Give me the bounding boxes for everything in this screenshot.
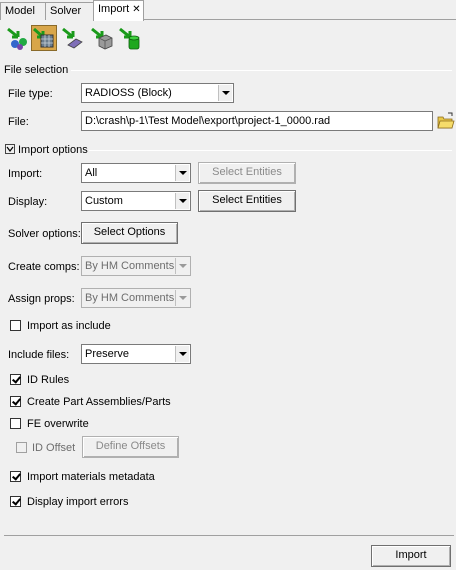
- fe-overwrite-label: FE overwrite: [27, 418, 89, 430]
- import-materials-metadata-label: Import materials metadata: [27, 471, 155, 483]
- display-import-errors-label: Display import errors: [27, 496, 129, 508]
- chevron-down-icon[interactable]: [175, 346, 189, 362]
- display-dropdown[interactable]: Custom: [81, 191, 191, 211]
- import-dropdown[interactable]: All: [81, 163, 191, 183]
- tab-label: Import: [98, 3, 130, 15]
- tab-model[interactable]: Model: [0, 2, 46, 20]
- section-divider: [89, 150, 452, 151]
- display-import-errors-checkbox[interactable]: [10, 496, 21, 507]
- define-offsets-button[interactable]: Define Offsets: [82, 436, 179, 458]
- chevron-down-icon[interactable]: [175, 258, 189, 274]
- include-files-dropdown[interactable]: Preserve: [81, 344, 191, 364]
- display-label: Display:: [8, 196, 48, 208]
- file-label: File:: [8, 116, 29, 128]
- chevron-down-icon[interactable]: [218, 85, 232, 101]
- close-icon[interactable]: ✕: [132, 4, 140, 15]
- solver-options-label: Solver options:: [8, 228, 81, 240]
- import-button[interactable]: Import: [371, 545, 451, 567]
- import-label: Import:: [8, 168, 43, 180]
- tab-import[interactable]: Import ✕: [93, 0, 144, 21]
- fe-overwrite-checkbox[interactable]: [10, 418, 21, 429]
- tab-solver[interactable]: Solver: [45, 2, 94, 20]
- file-path-field[interactable]: D:\crash\p-1\Test Model\export\project-1…: [81, 111, 433, 131]
- create-comps-dropdown[interactable]: By HM Comments: [81, 256, 191, 276]
- import-fe-icon[interactable]: [89, 25, 115, 51]
- collapse-toggle-icon[interactable]: [5, 144, 15, 154]
- display-select-entities-button[interactable]: Select Entities: [198, 190, 296, 212]
- id-offset-checkbox[interactable]: [16, 442, 27, 453]
- tab-strip: Model Solver Import ✕: [0, 0, 456, 21]
- create-part-assemblies-label: Create Part Assemblies/Parts: [27, 396, 171, 408]
- import-solver-deck-icon[interactable]: [60, 25, 86, 51]
- import-as-include-label: Import as include: [27, 320, 111, 332]
- include-files-label: Include files:: [8, 349, 70, 361]
- create-comps-label: Create comps:: [8, 261, 80, 273]
- import-select-entities-button[interactable]: Select Entities: [198, 162, 296, 184]
- id-offset-label: ID Offset: [32, 442, 76, 454]
- file-path-value: D:\crash\p-1\Test Model\export\project-1…: [85, 115, 331, 127]
- file-type-label: File type:: [8, 88, 53, 100]
- chevron-down-icon[interactable]: [175, 290, 189, 306]
- display-value: Custom: [85, 195, 123, 207]
- id-rules-checkbox[interactable]: [10, 374, 21, 385]
- assign-props-value: By HM Comments: [85, 292, 175, 304]
- folder-open-icon[interactable]: [436, 111, 456, 131]
- file-type-dropdown[interactable]: RADIOSS (Block): [81, 83, 234, 103]
- footer-divider: [4, 535, 454, 536]
- create-comps-value: By HM Comments: [85, 260, 175, 272]
- create-part-assemblies-checkbox[interactable]: [10, 396, 21, 407]
- assign-props-dropdown[interactable]: By HM Comments: [81, 288, 191, 308]
- assign-props-label: Assign props:: [8, 293, 75, 305]
- file-selection-title: File selection: [4, 64, 69, 76]
- import-model-icon[interactable]: [5, 25, 31, 51]
- import-materials-metadata-checkbox[interactable]: [10, 471, 21, 482]
- chevron-down-icon[interactable]: [175, 165, 189, 181]
- tab-label: Solver: [50, 5, 82, 17]
- section-divider: [71, 70, 452, 71]
- id-rules-label: ID Rules: [27, 374, 70, 386]
- import-connectors-icon[interactable]: [117, 25, 143, 51]
- import-options-title: Import options: [18, 144, 88, 156]
- file-type-value: RADIOSS (Block): [85, 87, 172, 99]
- include-files-value: Preserve: [85, 348, 130, 360]
- import-value: All: [85, 167, 98, 179]
- chevron-down-icon[interactable]: [175, 193, 189, 209]
- import-as-include-checkbox[interactable]: [10, 320, 21, 331]
- tab-label: Model: [5, 5, 35, 17]
- select-options-button[interactable]: Select Options: [81, 222, 178, 244]
- import-geometry-icon[interactable]: [31, 25, 57, 51]
